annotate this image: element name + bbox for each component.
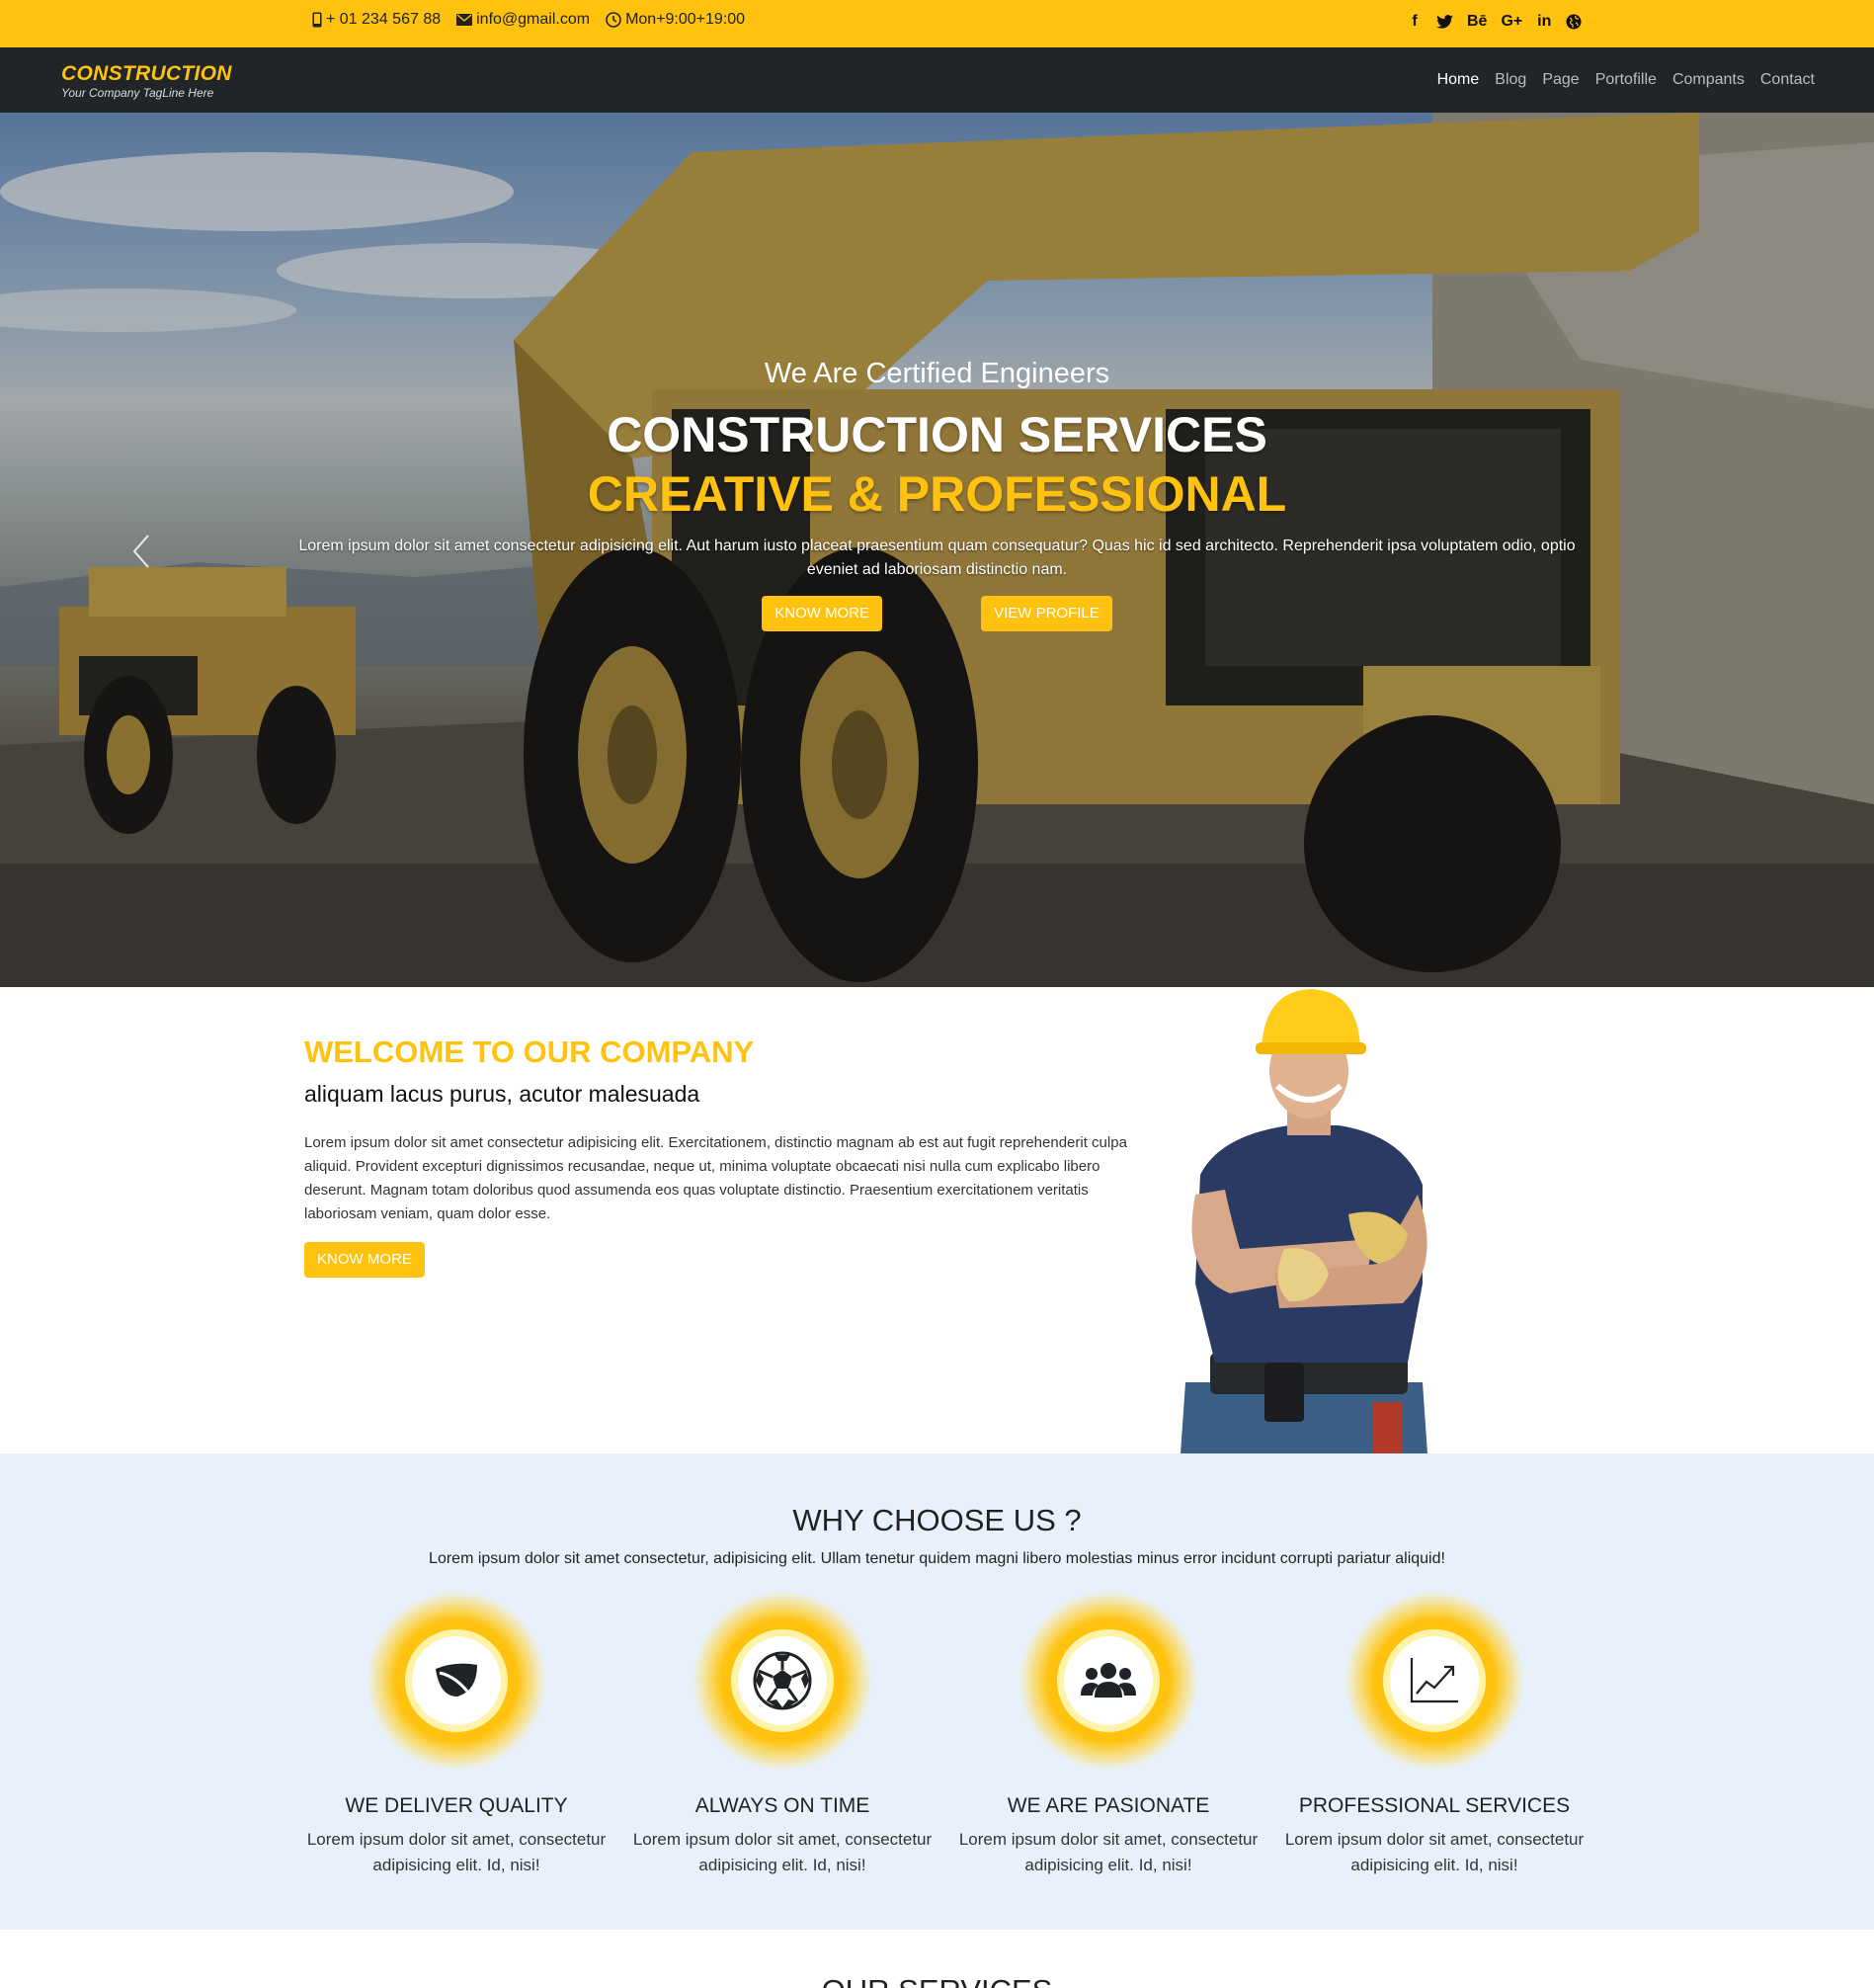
why-choose-section: WHY CHOOSE US ? Lorem ipsum dolor sit am…	[0, 1453, 1874, 1930]
soccer-ball-icon	[753, 1651, 812, 1710]
hero-slider: We Are Certified Engineers CONSTRUCTION …	[0, 113, 1874, 987]
feature-circle	[1345, 1592, 1523, 1770]
nav-contact[interactable]: Contact	[1752, 71, 1823, 89]
feature-icon-holder	[412, 1636, 501, 1725]
phone-number: + 01 234 567 88	[326, 11, 442, 28]
feature-title: WE DELIVER QUALITY	[345, 1794, 568, 1817]
feature-text-line: adipisicing elit. Id, nisi!	[372, 1856, 540, 1874]
feature-text: Lorem ipsum dolor sit amet, consectetur …	[1271, 1827, 1597, 1878]
phone-item[interactable]: + 01 234 567 88	[312, 11, 441, 29]
brand-logo[interactable]: CONSTRUCTION Your Company TagLine Here	[61, 63, 232, 100]
feature-text-line: Lorem ipsum dolor sit amet, consectetur	[632, 1830, 933, 1849]
services-section: OUR SERVICES	[0, 1930, 1874, 1988]
users-icon	[1081, 1663, 1136, 1698]
hero-text: Lorem ipsum dolor sit amet consectetur a…	[298, 538, 1576, 578]
logo-text: CONSTRUCTION	[61, 62, 232, 85]
feature-circle	[693, 1592, 871, 1770]
feature-card-passionate: WE ARE PASIONATE Lorem ipsum dolor sit a…	[945, 1592, 1271, 1888]
behance-icon[interactable]: Bē	[1467, 13, 1487, 31]
feature-text-line: adipisicing elit. Id, nisi!	[1350, 1856, 1518, 1874]
feature-icon-holder	[1064, 1636, 1153, 1725]
feature-text-line: adipisicing elit. Id, nisi!	[698, 1856, 866, 1874]
opening-hours: Mon+9:00+19:00	[625, 11, 746, 28]
feature-text-line: adipisicing elit. Id, nisi!	[1024, 1856, 1192, 1874]
welcome-title: WELCOME TO OUR COMPANY	[304, 1035, 755, 1069]
know-more-button[interactable]: KNOW MORE	[762, 596, 883, 631]
feature-card-on-time: ALWAYS ON TIME Lorem ipsum dolor sit ame…	[619, 1592, 945, 1888]
feature-circle	[367, 1592, 545, 1770]
leaf-icon	[436, 1663, 477, 1698]
chart-line-icon	[1410, 1658, 1458, 1703]
feature-text: Lorem ipsum dolor sit amet, consectetur …	[619, 1827, 945, 1878]
twitter-icon[interactable]	[1436, 15, 1453, 29]
clock-icon	[606, 12, 621, 28]
feature-text-line: Lorem ipsum dolor sit amet, consectetur	[1284, 1830, 1585, 1849]
top-info-bar: + 01 234 567 88 info@gmail.com Mon+9:00+…	[0, 0, 1874, 47]
nav-home[interactable]: Home	[1429, 71, 1488, 89]
feature-title: WE ARE PASIONATE	[1007, 1794, 1210, 1817]
hero-title: CONSTRUCTION SERVICES	[607, 407, 1267, 462]
feature-icon-holder	[1390, 1636, 1479, 1725]
hero-subtitle: We Are Certified Engineers	[764, 358, 1110, 389]
feature-text: Lorem ipsum dolor sit amet, consectetur …	[293, 1827, 619, 1878]
hero-buttons: KNOW MORE VIEW PROFILE	[0, 596, 1874, 631]
why-title: WHY CHOOSE US ?	[792, 1503, 1082, 1537]
email-address: info@gmail.com	[476, 11, 591, 28]
nav-companies[interactable]: Compants	[1665, 71, 1752, 89]
feature-text-line: Lorem ipsum dolor sit amet, consectetur	[306, 1830, 607, 1849]
chevron-left-icon[interactable]	[130, 532, 152, 571]
nav-blog[interactable]: Blog	[1487, 71, 1534, 89]
main-menu: Home Blog Page Portofille Compants Conta…	[1429, 47, 1823, 113]
contact-info: + 01 234 567 88 info@gmail.com Mon+9:00+…	[312, 0, 745, 40]
feature-icon-holder	[738, 1636, 827, 1725]
feature-card-professional: PROFESSIONAL SERVICES Lorem ipsum dolor …	[1271, 1592, 1597, 1888]
social-links: f Bē G+ in	[1407, 8, 1582, 36]
why-text: Lorem ipsum dolor sit amet consectetur, …	[429, 1550, 1445, 1567]
phone-icon	[312, 12, 322, 28]
logo-tagline: Your Company TagLine Here	[61, 86, 214, 100]
globe-icon[interactable]	[1566, 14, 1582, 30]
nav-page[interactable]: Page	[1534, 71, 1587, 89]
feature-text-line: Lorem ipsum dolor sit amet, consectetur	[958, 1830, 1259, 1849]
google-plus-icon[interactable]: G+	[1501, 13, 1522, 31]
email-item[interactable]: info@gmail.com	[456, 11, 590, 29]
envelope-icon	[456, 14, 473, 26]
feature-circle	[1019, 1592, 1197, 1770]
view-profile-button[interactable]: VIEW PROFILE	[981, 596, 1112, 631]
welcome-content: WELCOME TO OUR COMPANY aliquam lacus pur…	[304, 1036, 1154, 1278]
feature-title: PROFESSIONAL SERVICES	[1298, 1794, 1571, 1817]
welcome-subtitle: aliquam lacus purus, acutor malesuada	[304, 1081, 700, 1107]
linkedin-icon[interactable]: in	[1536, 13, 1552, 31]
services-title: OUR SERVICES	[0, 1973, 1874, 1988]
feature-title: ALWAYS ON TIME	[694, 1794, 870, 1817]
feature-text: Lorem ipsum dolor sit amet, consectetur …	[945, 1827, 1271, 1878]
worker-image	[1181, 989, 1427, 1453]
welcome-section: WELCOME TO OUR COMPANY aliquam lacus pur…	[0, 987, 1874, 1453]
nav-portfolio[interactable]: Portofille	[1588, 71, 1665, 89]
hours-item: Mon+9:00+19:00	[606, 11, 745, 29]
main-navbar: CONSTRUCTION Your Company TagLine Here H…	[0, 47, 1874, 113]
hero-title-highlight: CREATIVE & PROFESSIONAL	[587, 466, 1287, 522]
feature-card-quality: WE DELIVER QUALITY Lorem ipsum dolor sit…	[293, 1592, 619, 1888]
welcome-know-more-button[interactable]: KNOW MORE	[304, 1242, 425, 1278]
facebook-icon[interactable]: f	[1407, 13, 1423, 31]
hero-caption: We Are Certified Engineers CONSTRUCTION …	[0, 360, 1874, 631]
welcome-text: Lorem ipsum dolor sit amet consectetur a…	[304, 1134, 1127, 1222]
feature-cards: WE DELIVER QUALITY Lorem ipsum dolor sit…	[293, 1592, 1597, 1888]
